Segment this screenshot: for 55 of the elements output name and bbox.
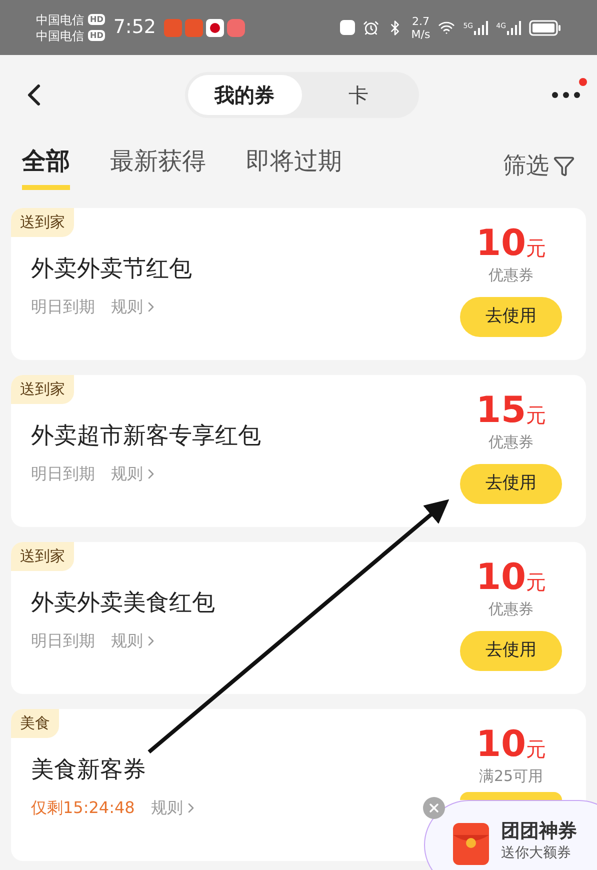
clock-time: 7:52 <box>113 15 156 40</box>
coupon-amount: 10 <box>476 558 526 598</box>
filter-tab[interactable]: 即将过期 <box>246 142 342 190</box>
expiry-text: 明日到期 <box>31 630 95 652</box>
app-icon <box>206 18 224 36</box>
amount-unit: 元 <box>526 569 546 596</box>
category-tag: 送到家 <box>11 375 74 404</box>
coupon-title: 外卖外卖节红包 <box>31 255 193 284</box>
segment-tab[interactable]: 我的券 <box>188 75 302 115</box>
alarm-icon <box>363 20 380 36</box>
more-icon[interactable] <box>551 91 581 99</box>
app-icon <box>164 18 182 36</box>
coupon-amount: 10 <box>476 224 526 264</box>
coupon-condition: 优惠券 <box>488 599 534 620</box>
speed-unit: M/s <box>411 28 430 40</box>
carrier-name: 中国电信 <box>36 28 84 44</box>
hd-badge: HD <box>88 30 106 41</box>
coupon-condition: 满25可用 <box>478 766 544 787</box>
battery-icon <box>529 20 561 36</box>
coupon-amount: 10 <box>476 725 526 765</box>
filter-tab[interactable]: 全部 <box>22 142 70 190</box>
promo-subtitle: 送你大额券 <box>501 844 572 863</box>
wifi-icon <box>438 19 456 36</box>
coupon-title: 外卖外卖美食红包 <box>31 589 216 618</box>
coupon-condition: 优惠券 <box>488 432 534 453</box>
amount-unit: 元 <box>526 235 546 262</box>
signal-icon <box>474 20 488 34</box>
speed-value: 2.7 <box>412 14 430 28</box>
carrier-name: 中国电信 <box>36 12 84 28</box>
app-icon <box>227 18 246 36</box>
coupon-amount: 15 <box>476 391 526 431</box>
signal-icon <box>507 20 521 34</box>
amount-unit: 元 <box>526 402 546 429</box>
expiry-text: 明日到期 <box>31 296 95 318</box>
segment-tab[interactable]: 卡 <box>302 75 416 115</box>
promo-title: 团团神券 <box>501 819 577 843</box>
category-tag: 送到家 <box>11 542 74 570</box>
category-tag: 美食 <box>11 709 59 738</box>
use-button[interactable]: 去使用 <box>460 296 562 336</box>
coupon-condition: 优惠券 <box>488 265 534 286</box>
promo-banner[interactable]: 团团神券 送你大额券 <box>424 800 597 870</box>
filter-icon <box>553 155 575 177</box>
use-button[interactable]: 去使用 <box>460 464 562 504</box>
filter-button[interactable]: 筛选 <box>503 148 575 184</box>
close-icon <box>427 801 441 815</box>
app-icon <box>185 18 204 36</box>
use-button[interactable]: 去使用 <box>460 630 562 670</box>
filter-tab[interactable]: 最新获得 <box>110 142 206 190</box>
coupon-title: 外卖超市新客专享红包 <box>31 422 262 451</box>
hd-badge: HD <box>88 14 106 25</box>
expiry-text: 明日到期 <box>31 462 95 484</box>
expiry-text: 仅剩15:24:48 <box>31 796 135 818</box>
coupon-title: 美食新客券 <box>31 756 147 785</box>
category-tag: 送到家 <box>11 208 74 236</box>
amount-unit: 元 <box>526 736 546 763</box>
